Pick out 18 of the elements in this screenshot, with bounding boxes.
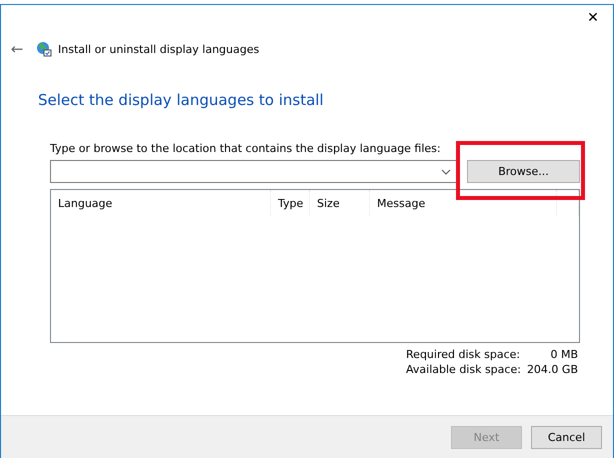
section-heading: Select the display languages to install (38, 91, 325, 109)
column-header[interactable]: Language (51, 190, 271, 216)
column-header[interactable]: Size (310, 190, 370, 216)
close-button[interactable]: ✕ (573, 5, 613, 31)
chevron-down-icon (441, 168, 451, 174)
page-title: Install or uninstall display languages (58, 42, 260, 56)
disk-space-value: 0 MB (549, 348, 578, 361)
location-combo-box[interactable] (50, 160, 457, 183)
disk-space-label: Required disk space: (406, 348, 521, 361)
globe-icon (36, 41, 52, 57)
column-header[interactable]: Type (271, 190, 310, 216)
column-header[interactable]: Message (370, 190, 557, 216)
disk-space-value: 204.0 GB (526, 363, 578, 376)
cancel-button[interactable]: Cancel (531, 426, 602, 448)
back-button[interactable]: ← (8, 40, 26, 58)
disk-space-label: Available disk space: (406, 363, 521, 376)
browse-button[interactable]: Browse... (467, 160, 580, 183)
field-label: Type or browse to the location that contains the display language files: (50, 142, 442, 155)
